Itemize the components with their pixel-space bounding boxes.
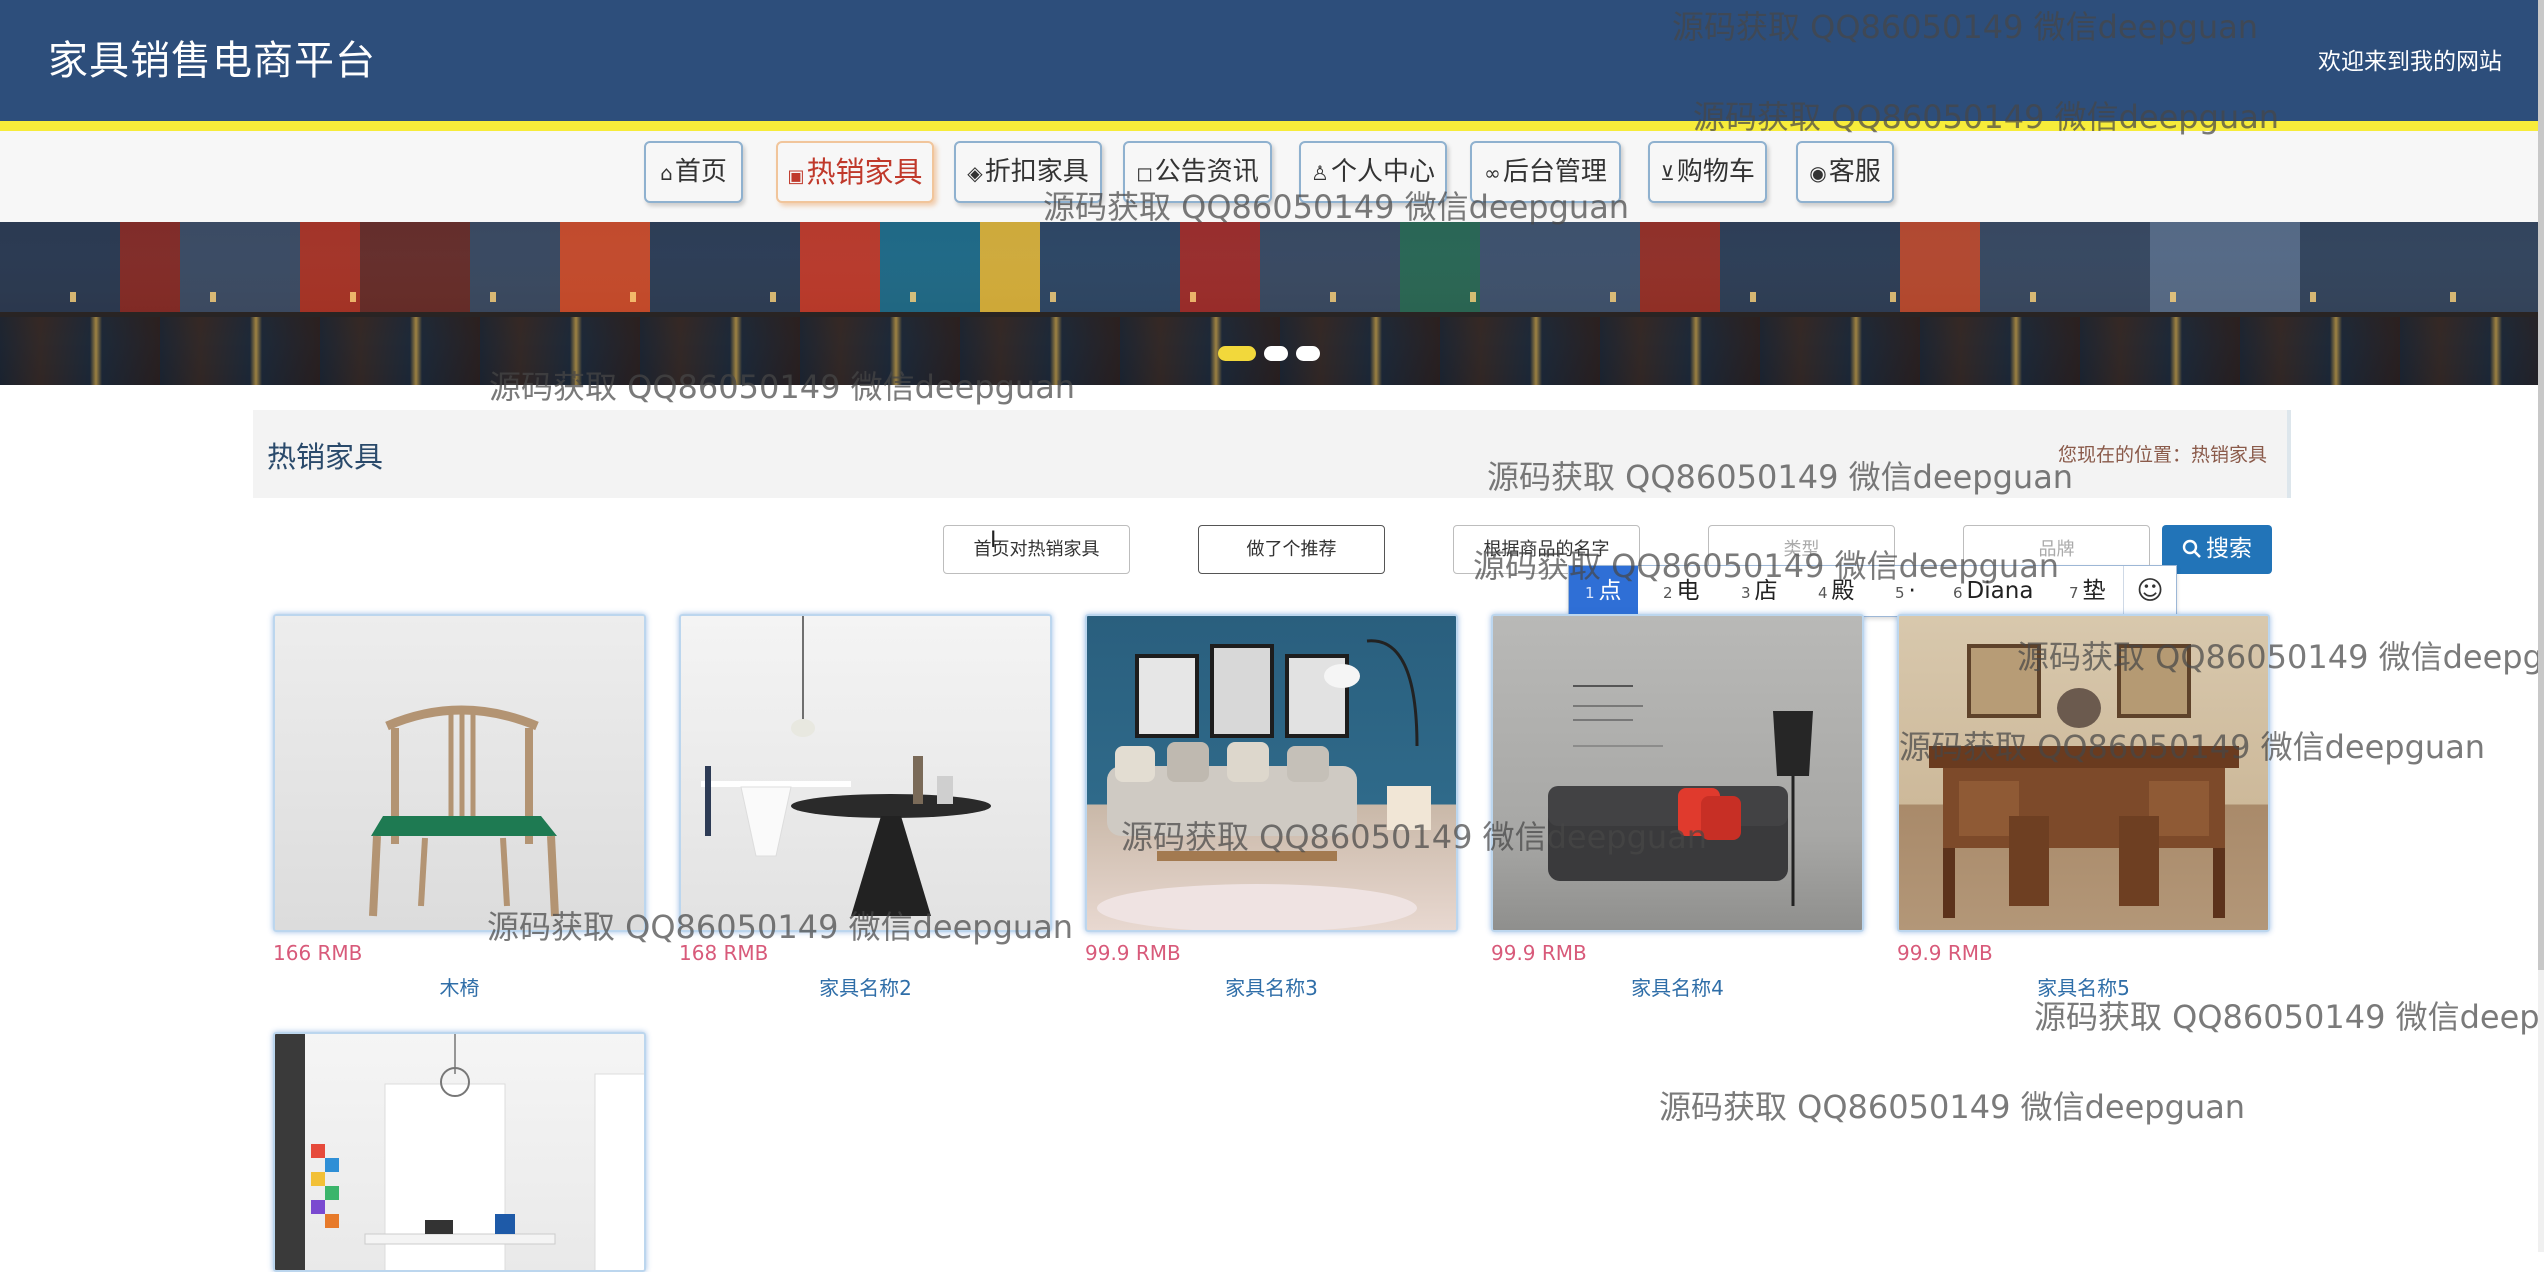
product-image[interactable] (273, 1032, 646, 1272)
banner-lights (0, 292, 2544, 302)
ime-text: 殿 (1831, 578, 1855, 604)
nav-label: 客服 (1828, 157, 1881, 187)
carousel-dot-1[interactable] (1218, 346, 1256, 361)
section-title-bar: 热销家具 您现在的位置：热销家具 (253, 410, 2291, 498)
product-image[interactable] (273, 614, 646, 932)
emoji-icon[interactable]: ☺ (2123, 566, 2176, 616)
main-nav: ⌂首页 ▣热销家具 ◈折扣家具 ◻公告资讯 ♙个人中心 ∞后台管理 ⊻购物车 ◉… (0, 131, 2544, 222)
nav-label: 折扣家具 (984, 157, 1089, 187)
product-price: 168 RMB (679, 941, 769, 965)
gift-icon: ▣ (787, 166, 805, 187)
ime-candidate-3[interactable]: 3店 (1741, 566, 1778, 616)
chair-illustration (369, 705, 559, 917)
nav-hot-furniture[interactable]: ▣热销家具 (776, 141, 934, 203)
product-image[interactable] (1897, 614, 2270, 932)
cabinet-illustration (1929, 644, 2239, 918)
nav-label: 后台管理 (1502, 157, 1607, 187)
product-price: 99.9 RMB (1897, 941, 1993, 965)
product-image[interactable] (679, 614, 1052, 932)
ime-candidate-7[interactable]: 7垫 (2069, 566, 2106, 616)
breadcrumb: 您现在的位置：热销家具 (2057, 444, 2267, 466)
ime-text: 电 (1676, 578, 1700, 604)
site-header: 家具销售电商平台 欢迎来到我的网站 (0, 0, 2544, 131)
product-image[interactable] (1085, 614, 1458, 932)
nav-label: 个人中心 (1330, 157, 1435, 187)
sofa-illustration (1548, 685, 1813, 906)
nav-cart[interactable]: ⊻购物车 (1648, 141, 1767, 203)
ime-index: 5 (1895, 584, 1905, 602)
note-icon: ◻ (1136, 161, 1153, 185)
product-name[interactable]: 家具名称5 (1897, 972, 2270, 1001)
hot-home-button[interactable]: 首页对热销家具 (943, 525, 1130, 574)
product-price: 99.9 RMB (1491, 941, 1587, 965)
product-name[interactable]: 家具名称4 (1491, 972, 1864, 1001)
welcome-text: 欢迎来到我的网站 (2318, 49, 2502, 75)
user-icon: ♙ (1311, 161, 1329, 185)
ime-index: 7 (2069, 584, 2079, 602)
ime-index: 1 (1585, 584, 1595, 602)
nav-label: 首页 (674, 157, 727, 187)
page-title: 热销家具 (267, 440, 384, 474)
nav-discount-furniture[interactable]: ◈折扣家具 (954, 141, 1102, 203)
search-icon (2182, 539, 2201, 558)
ime-index: 3 (1741, 584, 1751, 602)
ime-text: 点 (1598, 578, 1622, 604)
nav-personal-center[interactable]: ♙个人中心 (1299, 141, 1447, 203)
carousel-dot-2[interactable] (1264, 346, 1288, 361)
nav-support[interactable]: ◉客服 (1796, 141, 1894, 203)
nav-admin[interactable]: ∞后台管理 (1470, 141, 1621, 203)
ime-text: Diana (1966, 578, 2034, 604)
product-name[interactable]: 家具名称2 (679, 972, 1052, 1001)
home-icon: ⌂ (660, 161, 673, 185)
nav-label: 热销家具 (806, 155, 923, 189)
ime-text: · (1908, 578, 1916, 604)
site-title: 家具销售电商平台 (48, 38, 376, 84)
cart-icon: ⊻ (1660, 161, 1675, 185)
ime-candidate-1[interactable]: 1点 (1569, 566, 1638, 616)
ime-text: 店 (1754, 578, 1778, 604)
nav-announcements[interactable]: ◻公告资讯 (1123, 141, 1272, 203)
ime-index: 4 (1818, 584, 1828, 602)
nav-label: 购物车 (1676, 157, 1755, 187)
product-name[interactable]: 家具名称3 (1085, 972, 1458, 1001)
recommend-button[interactable]: 做了个推荐 (1198, 525, 1385, 574)
support-icon: ◉ (1809, 161, 1827, 185)
link-icon: ∞ (1484, 161, 1501, 185)
layers-icon: ◈ (967, 161, 983, 185)
dining-room-illustration (275, 1034, 644, 1270)
sofa-illustration (1097, 639, 1431, 930)
carousel-dot-3[interactable] (1296, 346, 1320, 361)
scrollbar-thumb[interactable] (2538, 0, 2544, 970)
product-name[interactable]: 木椅 (273, 972, 646, 1001)
product-image[interactable] (1491, 614, 1864, 932)
product-price: 99.9 RMB (1085, 941, 1181, 965)
nav-label: 公告资讯 (1154, 157, 1259, 187)
ime-candidate-6[interactable]: 6 Diana (1953, 566, 2033, 616)
text-cursor-icon: I (990, 528, 997, 553)
ime-candidate-2[interactable]: 2电 (1663, 566, 1700, 616)
ime-text: 垫 (2082, 578, 2106, 604)
ime-index: 6 (1953, 584, 1963, 602)
page-scrollbar[interactable] (2538, 0, 2544, 1252)
product-price: 166 RMB (273, 941, 363, 965)
ime-candidate-4[interactable]: 4殿 (1818, 566, 1855, 616)
search-button[interactable]: 搜索 (2162, 525, 2272, 574)
watermark: 源码获取 QQ86050149 微信deepguan (1659, 1088, 2246, 1126)
table-illustration (701, 616, 991, 916)
ime-candidate-5[interactable]: 5 · (1895, 566, 1916, 616)
ime-index: 2 (1663, 584, 1673, 602)
nav-home[interactable]: ⌂首页 (644, 141, 743, 203)
ime-candidate-window: 1点 2电 3店 4殿 5 · 6 Diana 7垫 ☺ (1568, 565, 2177, 617)
search-label: 搜索 (2206, 536, 2252, 562)
